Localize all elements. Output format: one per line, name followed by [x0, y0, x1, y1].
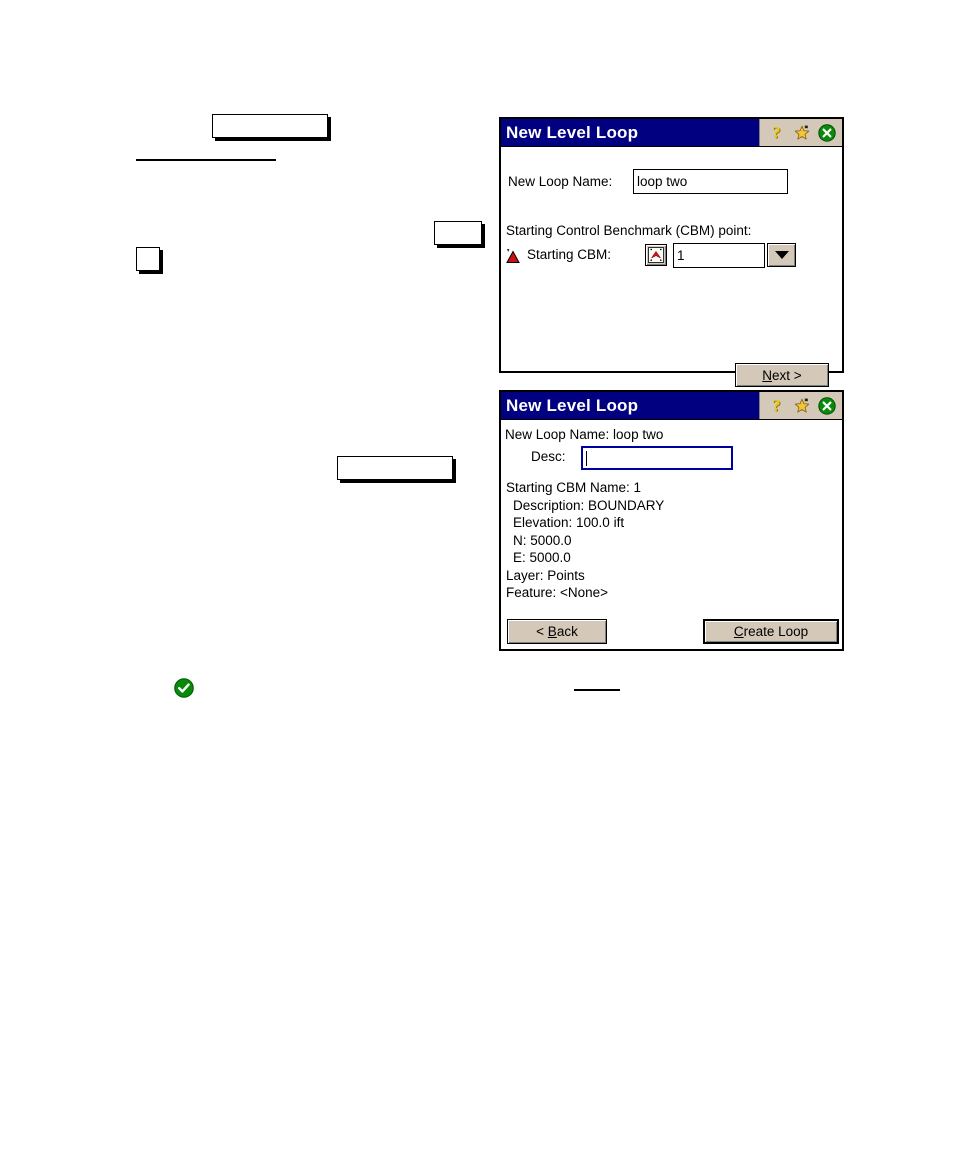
placeholder-box-mid-right — [434, 221, 482, 245]
benchmark-triangle-icon — [504, 247, 522, 265]
placeholder-box-small-left — [136, 247, 160, 271]
detail-line: Description: BOUNDARY — [513, 497, 665, 513]
placeholder-box-mid-left — [337, 456, 453, 480]
favorite-star-icon[interactable] — [793, 397, 810, 414]
dialog-body: New Loop Name: loop two Desc: Starting C… — [501, 420, 842, 649]
starting-cbm-input[interactable]: 1 — [673, 243, 765, 268]
dialog-body: New Loop Name: loop two Starting Control… — [501, 147, 842, 387]
detail-line: E: 5000.0 — [513, 550, 571, 565]
loop-name-row: New Loop Name: — [508, 174, 612, 189]
create-loop-button[interactable]: Create Loop — [703, 619, 839, 644]
detail-line: Elevation: 100.0 ift — [513, 515, 625, 530]
chevron-down-icon — [774, 251, 789, 259]
desc-label: Desc: — [531, 449, 566, 464]
next-button[interactable]: Next > — [735, 363, 829, 387]
close-icon[interactable] — [818, 124, 836, 142]
cbm-section-label-row: Starting Control Benchmark (CBM) point: — [506, 223, 751, 238]
help-icon[interactable]: ? — [768, 124, 785, 141]
horizontal-rule-bottom — [574, 689, 620, 691]
dialog-new-level-loop-step1: New Level Loop ? New Loop Name: loop two — [499, 117, 844, 387]
cbm-point-pick-icon-button[interactable] — [645, 244, 667, 266]
create-loop-button-label: Create Loop — [733, 624, 809, 639]
favorite-star-icon[interactable] — [793, 124, 810, 141]
detail-line: N: 5000.0 — [513, 532, 572, 548]
desc-label-row: Desc: — [531, 449, 566, 464]
cbm-section-label: Starting Control Benchmark (CBM) point: — [506, 223, 752, 238]
loop-name-input[interactable]: loop two — [633, 169, 788, 194]
dialog-title: New Level Loop — [506, 396, 639, 415]
titlebar: New Level Loop ? — [501, 392, 842, 420]
text-caret — [586, 450, 587, 466]
next-button-label: Next > — [762, 367, 802, 383]
titlebar: New Level Loop ? — [501, 119, 842, 147]
back-button[interactable]: < Back — [507, 619, 607, 644]
detail-line: Feature: <None> — [506, 585, 609, 600]
placeholder-box-top — [212, 114, 328, 138]
cbm-point-pick-icon — [648, 247, 664, 263]
back-button-label: < Back — [536, 624, 578, 639]
starting-cbm-label-row: Starting CBM: — [527, 247, 611, 262]
dialog-title: New Level Loop — [506, 123, 639, 142]
starting-cbm-marker-icon-wrap — [504, 247, 522, 265]
horizontal-rule-top — [136, 159, 276, 161]
cbm-details-list: Starting CBM Name: 1 Description: BOUNDA… — [506, 479, 664, 602]
starting-cbm-label: Starting CBM: — [527, 247, 612, 262]
starting-cbm-dropdown-button[interactable] — [767, 243, 796, 267]
help-icon[interactable]: ? — [768, 397, 785, 414]
detail-line: Layer: Points — [506, 567, 585, 583]
loop-name-label: New Loop Name: — [508, 174, 613, 189]
loop-name-readout: New Loop Name: loop two — [505, 427, 664, 442]
detail-line: Starting CBM Name: 1 — [506, 480, 642, 495]
loop-name-input-value: loop two — [637, 174, 688, 189]
desc-input[interactable] — [581, 446, 733, 470]
green-check-icon — [174, 678, 194, 698]
titlebar-icon-group: ? — [759, 392, 842, 419]
dialog-new-level-loop-step2: New Level Loop ? New Loop Name: loop two — [499, 390, 844, 651]
starting-cbm-value: 1 — [677, 248, 685, 263]
close-icon[interactable] — [818, 397, 836, 415]
titlebar-icon-group: ? — [759, 119, 842, 146]
loop-name-readout-row: New Loop Name: loop two — [505, 427, 663, 442]
